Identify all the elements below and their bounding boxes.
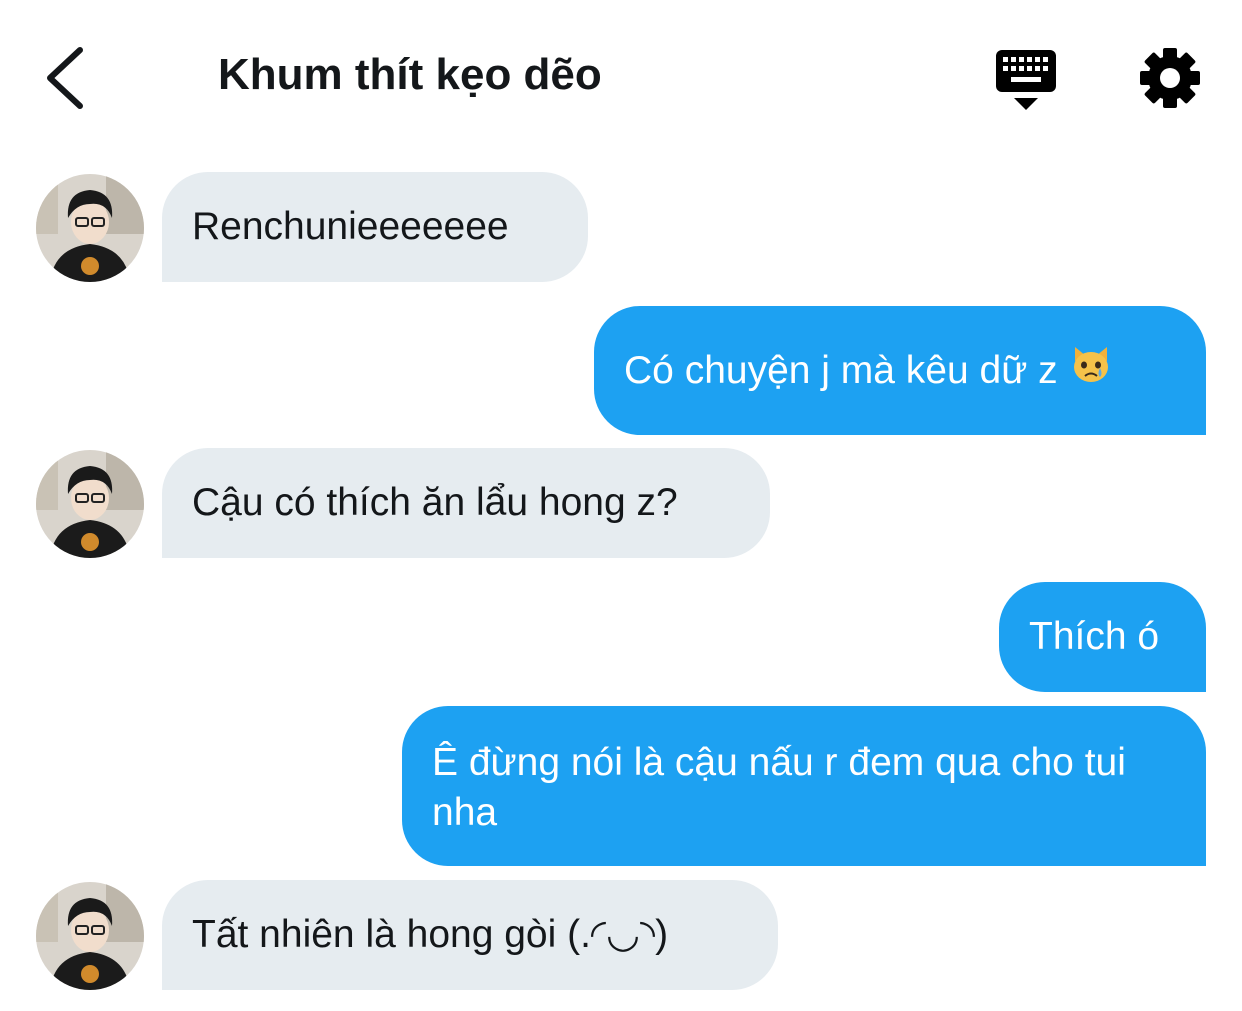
message-bubble-outgoing[interactable]: Có chuyện j mà kêu dữ z <box>594 306 1206 435</box>
message-bubble-incoming[interactable]: Renchunieeeeeee <box>162 172 588 282</box>
message-bubble-outgoing[interactable]: Ê đừng nói là cậu nấu r đem qua cho tui … <box>402 706 1206 866</box>
message-text: Có chuyện j mà kêu dữ z <box>624 348 1058 392</box>
keyboard-toggle-button[interactable] <box>990 46 1062 114</box>
settings-button[interactable] <box>1136 44 1204 112</box>
avatar[interactable] <box>36 174 144 282</box>
back-button[interactable] <box>30 40 100 116</box>
gear-icon <box>1140 48 1200 108</box>
message-text: Tất nhiên là hong gòi (.◜◡◝) <box>192 913 669 956</box>
message-bubble-outgoing[interactable]: Thích ó <box>999 582 1206 692</box>
keyboard-hide-icon <box>996 50 1056 110</box>
message-bubble-incoming[interactable]: Tất nhiên là hong gòi (.◜◡◝) <box>162 880 778 990</box>
avatar[interactable] <box>36 450 144 558</box>
conversation-header: Khum thít kẹo dẽo <box>0 0 1242 160</box>
message-text: Cậu có thích ăn lẩu hong z? <box>192 481 678 524</box>
message-text: Ê đừng nói là cậu nấu r đem qua cho tui … <box>432 741 1126 834</box>
chevron-left-icon <box>47 47 83 109</box>
conversation-title: Khum thít kẹo dẽo <box>218 50 602 99</box>
message-bubble-incoming[interactable]: Cậu có thích ăn lẩu hong z? <box>162 448 770 558</box>
crying-cat-face-icon <box>1070 343 1112 398</box>
avatar[interactable] <box>36 882 144 990</box>
message-text: Thích ó <box>1029 615 1160 658</box>
message-text: Renchunieeeeeee <box>192 205 509 248</box>
